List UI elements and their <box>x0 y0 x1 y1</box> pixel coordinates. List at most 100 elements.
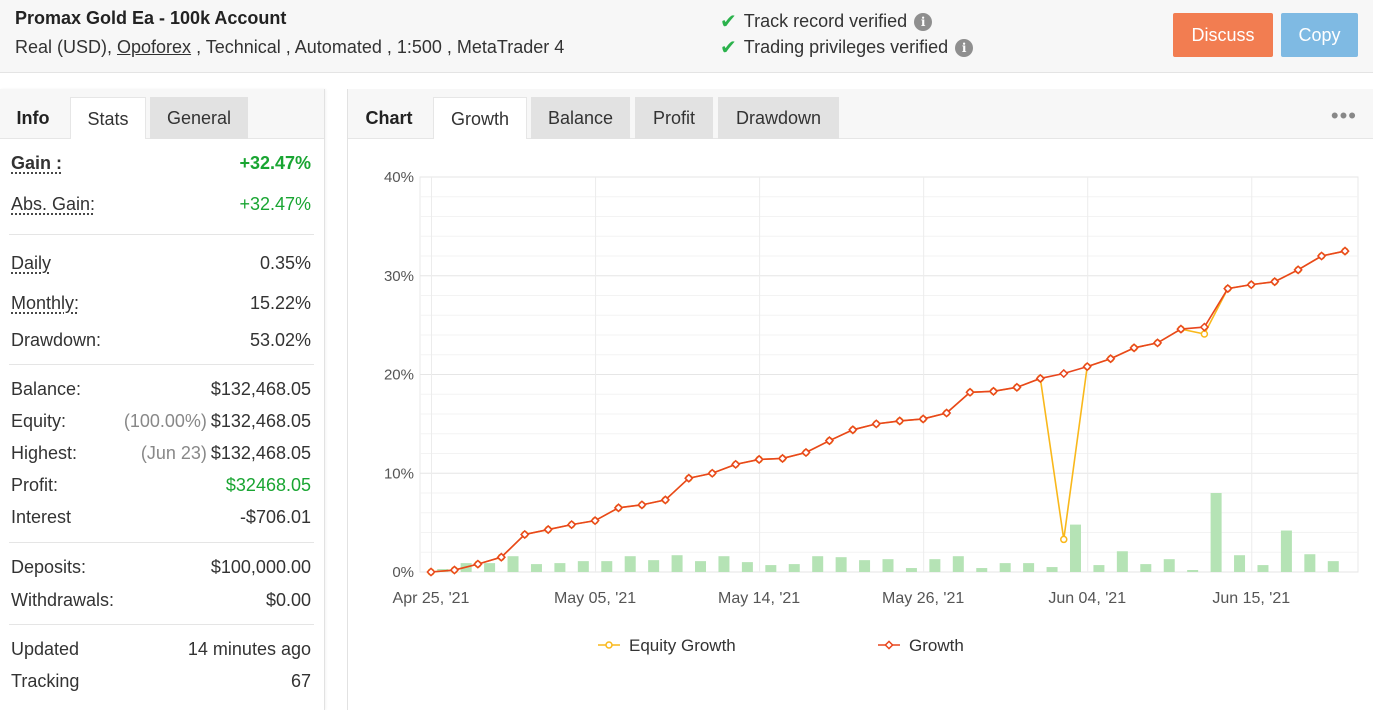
copy-button[interactable]: Copy <box>1281 13 1358 57</box>
stat-label: Withdrawals: <box>11 589 115 610</box>
track-record-label: Track record verified <box>743 11 908 31</box>
stat-label[interactable]: Gain : <box>11 153 62 174</box>
stat-value: 67 <box>290 670 311 691</box>
x-tick-label: Jun 04, '21 <box>1048 590 1126 607</box>
stat-label: Tracking <box>11 670 80 691</box>
tab-balance[interactable]: Balance <box>531 97 630 139</box>
stat-note: (Jun 23) <box>140 442 207 463</box>
stat-amount: $132,468.05 <box>210 442 311 463</box>
stat-label[interactable]: Abs. Gain: <box>11 194 95 215</box>
stat-note: (100.00%) <box>123 410 207 431</box>
chart-bar <box>601 561 613 572</box>
chart-bar <box>1327 561 1339 572</box>
chart-bar <box>1280 530 1292 572</box>
more-dots-icon[interactable]: ••• <box>1331 103 1357 129</box>
tab-general[interactable]: General <box>150 97 248 139</box>
tab-drawdown[interactable]: Drawdown <box>718 97 839 139</box>
chart-bar <box>999 563 1011 572</box>
tab-chart[interactable]: Chart <box>348 97 430 139</box>
trading-privileges-verified: ✔ Trading privileges verified i <box>720 35 974 60</box>
y-tick-label: 20% <box>384 367 414 384</box>
data-point <box>1060 535 1068 544</box>
x-tick-label: Apr 25, '21 <box>393 590 470 607</box>
stat-value: +32.47% <box>239 152 311 173</box>
stat-value: 14 minutes ago <box>187 638 311 659</box>
discuss-button[interactable]: Discuss <box>1173 13 1273 57</box>
stat-drawdown: Drawdown: 53.02% <box>11 328 311 352</box>
chart-panel: Chart Growth Balance Profit Drawdown •••… <box>347 89 1373 710</box>
chart-bar <box>671 555 683 572</box>
account-subtitle: Real (USD), Opoforex , Technical , Autom… <box>15 37 564 58</box>
stat-label: Balance: <box>11 378 82 399</box>
info-icon[interactable]: i <box>914 12 933 31</box>
chart-bar <box>741 562 753 572</box>
chart-legend: Equity Growth Growth <box>598 636 964 655</box>
stat-label: Highest: <box>11 442 78 463</box>
stat-gain: Gain : +32.47% <box>11 151 311 175</box>
tab-growth[interactable]: Growth <box>433 97 527 139</box>
chart-bar <box>648 560 660 572</box>
chart-bar <box>624 556 636 572</box>
chart-bar <box>695 561 707 572</box>
account-type: Real (USD), <box>15 37 118 57</box>
divider <box>9 624 314 625</box>
chart-bar <box>788 564 800 572</box>
chart-bar <box>1187 570 1199 572</box>
stat-value: +32.47% <box>239 193 311 214</box>
broker-link[interactable]: Opoforex <box>117 37 191 57</box>
stat-label: Equity: <box>11 410 67 431</box>
divider <box>9 364 314 365</box>
stat-balance: Balance: $132,468.05 <box>11 377 311 401</box>
tab-profit[interactable]: Profit <box>635 97 713 139</box>
stat-daily: Daily 0.35% <box>11 251 311 275</box>
chart-bar <box>1234 555 1246 572</box>
chart-bar <box>1210 493 1222 572</box>
x-tick-label: Jun 15, '21 <box>1212 590 1290 607</box>
chart-bar <box>1069 524 1081 572</box>
chart-bar <box>577 561 589 572</box>
stat-value: $32468.05 <box>225 474 311 495</box>
info-icon[interactable]: i <box>955 38 974 57</box>
legend-label: Growth <box>909 636 964 655</box>
stat-withdrawals: Withdrawals: $0.00 <box>11 588 311 612</box>
stat-label: Deposits: <box>11 556 87 577</box>
chart-bar <box>530 564 542 572</box>
chart-bar <box>1304 554 1316 572</box>
tab-stats[interactable]: Stats <box>70 97 146 139</box>
stat-label: Interest <box>11 506 72 527</box>
stat-tracking: Tracking 67 <box>11 669 311 693</box>
divider <box>9 234 314 235</box>
stat-highest: Highest: (Jun 23) $132,468.05 <box>11 441 311 465</box>
stat-interest: Interest -$706.01 <box>11 505 311 529</box>
chart-bar <box>1093 565 1105 572</box>
account-title: Promax Gold Ea - 100k Account <box>15 8 287 28</box>
stat-value: 0.35% <box>259 252 311 273</box>
chart-bar <box>718 556 730 572</box>
chart-bar <box>1023 563 1035 572</box>
stat-amount: $132,468.05 <box>210 410 311 431</box>
chart-bar <box>905 568 917 572</box>
stat-label[interactable]: Monthly: <box>11 293 79 314</box>
chart-bar <box>1046 567 1058 572</box>
stat-label[interactable]: Daily <box>11 253 51 274</box>
check-icon: ✔ <box>720 37 737 59</box>
tab-info[interactable]: Info <box>0 97 66 139</box>
trading-privileges-label: Trading privileges verified <box>743 37 949 57</box>
y-tick-label: 0% <box>392 564 414 581</box>
stat-value: $0.00 <box>265 589 311 610</box>
chart-bar <box>554 563 566 572</box>
stats-panel: Info Stats General Gain : +32.47% Abs. G… <box>0 89 325 710</box>
account-details: , Technical , Automated , 1:500 , MetaTr… <box>191 37 565 57</box>
stat-value: $132,468.05 <box>210 378 311 399</box>
stat-label: Updated <box>11 638 80 659</box>
stat-equity: Equity: (100.00%) $132,468.05 <box>11 409 311 433</box>
chart-bar <box>765 565 777 572</box>
chart-bar <box>812 556 824 572</box>
divider <box>9 542 314 543</box>
x-tick-label: May 05, '21 <box>554 590 636 607</box>
x-tick-label: May 26, '21 <box>882 590 964 607</box>
chart-bar <box>882 559 894 572</box>
growth-chart: 0% 10% 20% 30% 40% Apr 25, '21 May 05, '21 May … <box>384 169 1359 655</box>
stat-value: (Jun 23) $132,468.05 <box>141 443 311 464</box>
stat-abs-gain: Abs. Gain: +32.47% <box>11 192 311 216</box>
